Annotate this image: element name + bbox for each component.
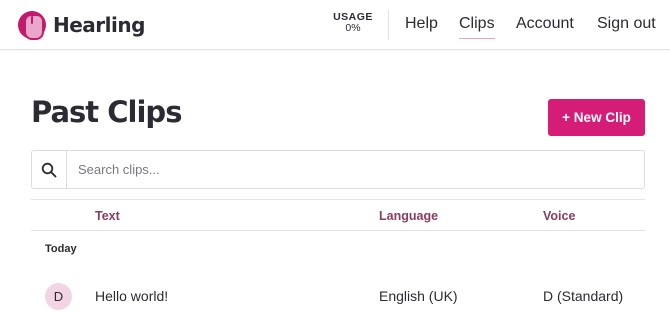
top-nav-bar: Hearling USAGE 0% Help Clips Account Sig… (0, 0, 670, 50)
nav-account-link[interactable]: Account (516, 15, 574, 33)
brand-name: Hearling (53, 13, 145, 37)
search-icon-box (32, 151, 67, 188)
nav-divider (388, 10, 389, 40)
search-bar (31, 150, 645, 189)
column-header-text[interactable]: Text (95, 209, 120, 223)
search-icon (41, 162, 57, 177)
nav-sign-out-link[interactable]: Sign out (597, 15, 656, 33)
clip-text: Hello world! (95, 288, 169, 304)
clips-table-header: Text Language Voice (31, 199, 645, 231)
column-header-voice[interactable]: Voice (543, 209, 575, 223)
nav-help-link[interactable]: Help (405, 15, 438, 33)
brand-link[interactable]: Hearling (18, 10, 145, 40)
new-clip-button[interactable]: + New Clip (548, 99, 645, 136)
hearling-logo-icon (18, 11, 46, 40)
nav-clips-link[interactable]: Clips (459, 15, 495, 39)
clip-voice: D (Standard) (543, 288, 624, 304)
table-row[interactable]: D Hello world! English (UK) D (Standard) (31, 280, 645, 312)
group-label-today: Today (45, 243, 77, 255)
usage-indicator: USAGE 0% (331, 12, 375, 34)
search-input[interactable] (67, 151, 644, 188)
page-title: Past Clips (31, 95, 182, 129)
column-header-language[interactable]: Language (379, 209, 438, 223)
clip-language: English (UK) (379, 288, 458, 304)
usage-value: 0% (345, 22, 361, 34)
voice-avatar: D (45, 283, 72, 310)
